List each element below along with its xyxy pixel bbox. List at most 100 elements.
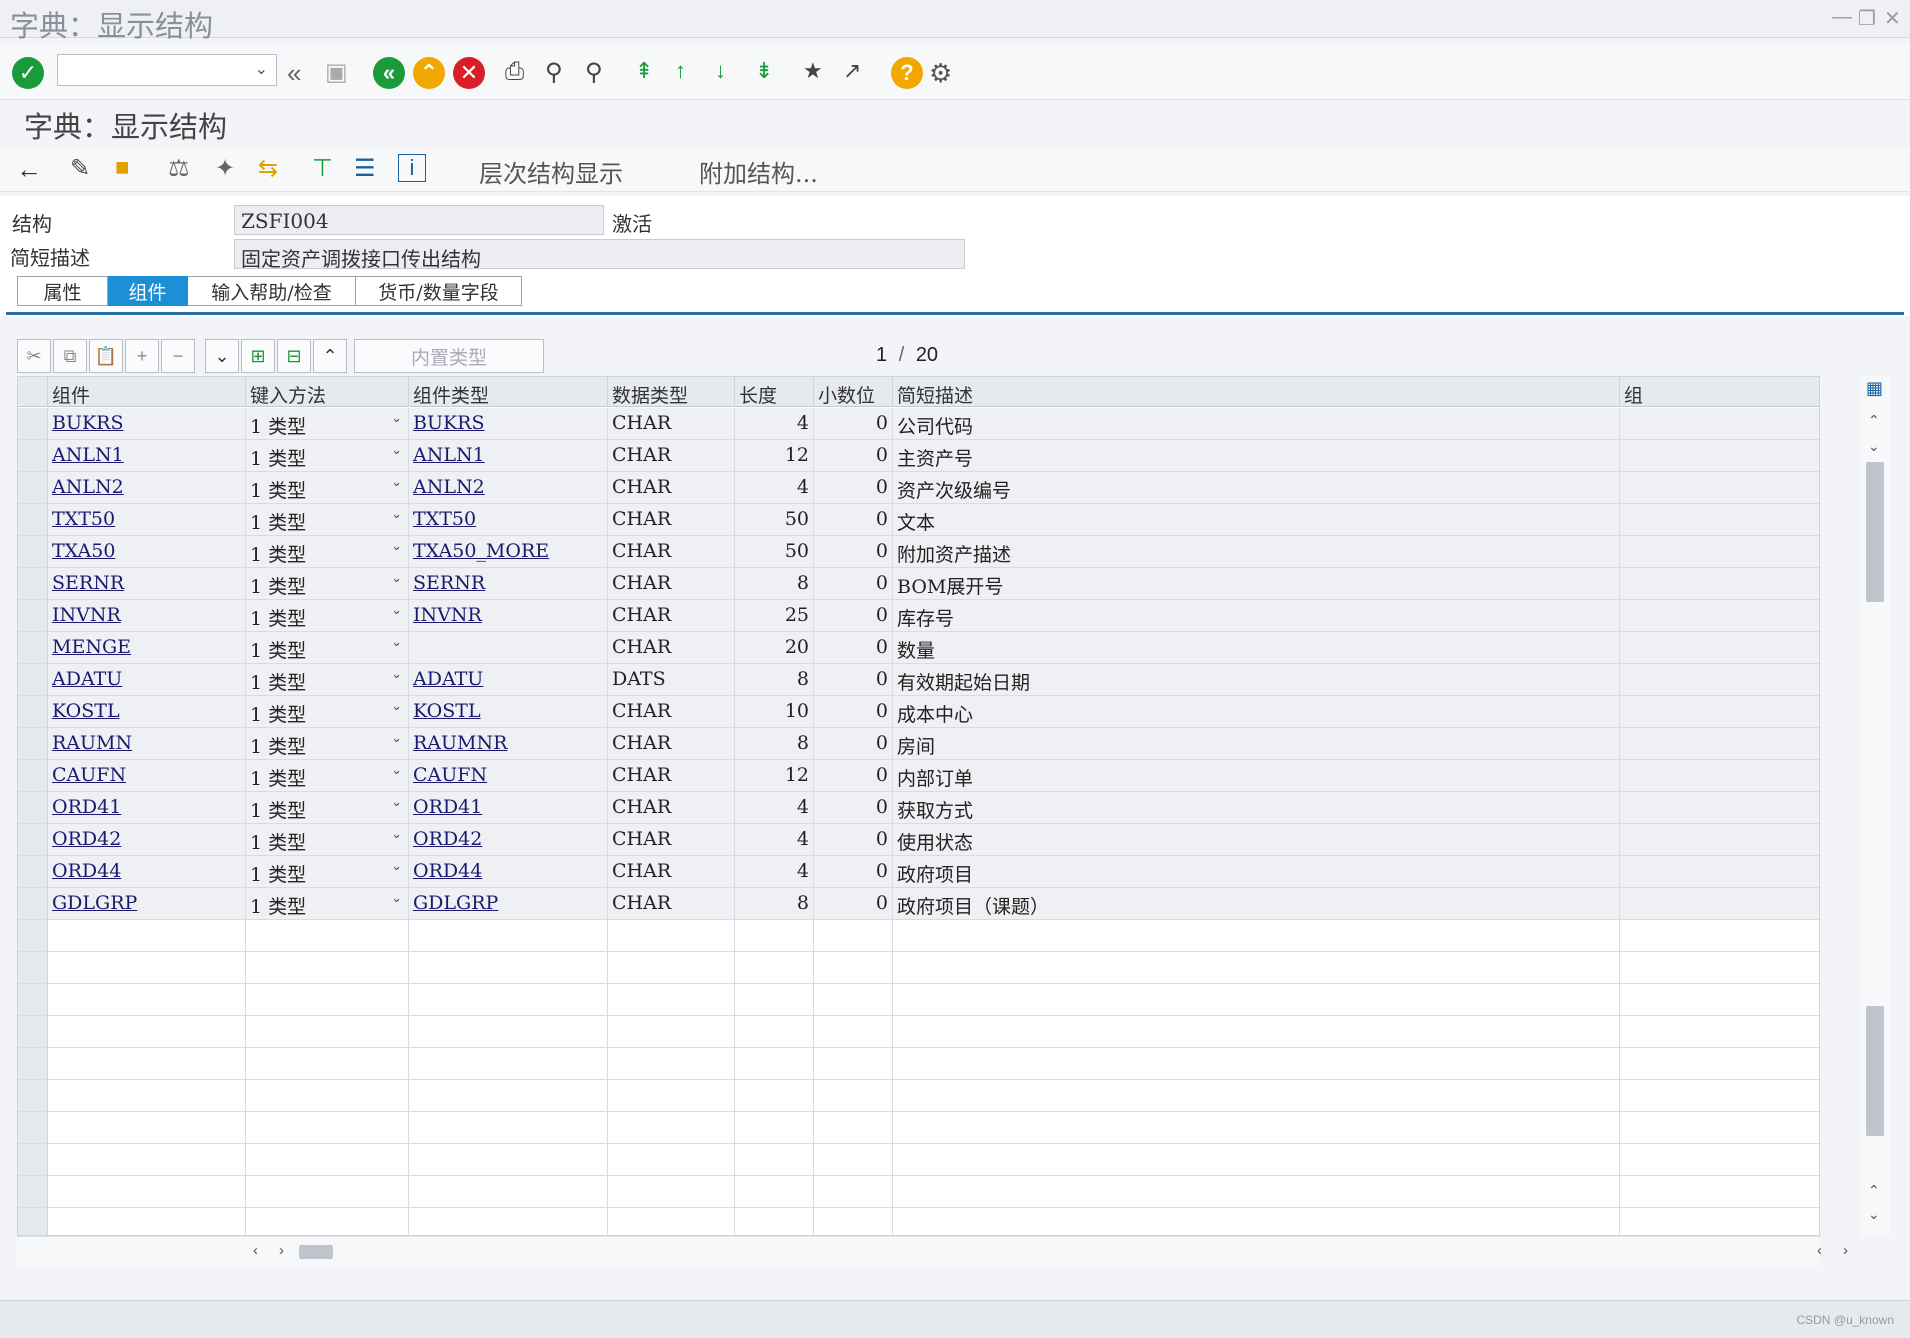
- empty-row[interactable]: [18, 1080, 1819, 1112]
- last-page-icon[interactable]: ⇟: [755, 58, 773, 84]
- row-selector[interactable]: [18, 1144, 48, 1175]
- print-icon[interactable]: ⎙: [505, 58, 524, 86]
- chevron-down-icon[interactable]: ⌄: [391, 603, 402, 618]
- cell-short-desc[interactable]: 政府项目: [893, 856, 1620, 888]
- cell-group[interactable]: [1620, 1176, 1819, 1208]
- col-entry-method[interactable]: 键入方法: [246, 377, 409, 407]
- empty-row[interactable]: [18, 952, 1819, 984]
- scroll-left-icon[interactable]: ‹: [253, 1242, 258, 1259]
- cell-group[interactable]: [1620, 504, 1819, 536]
- row-selector[interactable]: [18, 408, 48, 439]
- col-short-desc[interactable]: 简短描述: [893, 377, 1620, 407]
- cell-component[interactable]: [48, 1016, 246, 1048]
- cell-entry-method[interactable]: [246, 920, 409, 952]
- cell-decimals[interactable]: 0: [814, 664, 893, 696]
- check-icon[interactable]: ⚖: [168, 154, 190, 183]
- row-selector[interactable]: [18, 760, 48, 791]
- cell-group[interactable]: [1620, 1144, 1819, 1176]
- tab-attributes[interactable]: 属性: [17, 276, 108, 306]
- cell-component-type[interactable]: [409, 1048, 608, 1080]
- save-icon[interactable]: ▣: [325, 58, 348, 87]
- back-icon[interactable]: «: [373, 57, 405, 89]
- cell-component-type[interactable]: ORD42: [409, 824, 608, 856]
- cell-data-type[interactable]: CHAR: [608, 728, 735, 760]
- row-selector[interactable]: [18, 1112, 48, 1143]
- row-selector[interactable]: [18, 1080, 48, 1111]
- cell-group[interactable]: [1620, 888, 1819, 920]
- cell-length[interactable]: [735, 920, 814, 952]
- cell-group[interactable]: [1620, 984, 1819, 1016]
- cell-length[interactable]: [735, 1048, 814, 1080]
- cell-component[interactable]: TXT50: [48, 504, 246, 536]
- cell-component[interactable]: MENGE: [48, 632, 246, 664]
- row-selector[interactable]: [18, 984, 48, 1015]
- cell-group[interactable]: [1620, 824, 1819, 856]
- cell-group[interactable]: [1620, 664, 1819, 696]
- cell-entry-method[interactable]: [246, 1080, 409, 1112]
- prev-page-icon[interactable]: ↑: [675, 58, 686, 84]
- table-row[interactable]: TXT50 1 类型 ⌄ TXT50 CHAR 50 0 文本: [18, 504, 1819, 536]
- cell-group[interactable]: [1620, 536, 1819, 568]
- cell-group[interactable]: [1620, 568, 1819, 600]
- cell-length[interactable]: 25: [735, 600, 814, 632]
- cell-entry-method[interactable]: [246, 1112, 409, 1144]
- cell-component[interactable]: TXA50: [48, 536, 246, 568]
- table-row[interactable]: SERNR 1 类型 ⌄ SERNR CHAR 8 0 BOM展开号: [18, 568, 1819, 600]
- cell-short-desc[interactable]: [893, 952, 1620, 984]
- row-selector[interactable]: [18, 888, 48, 919]
- cell-component[interactable]: [48, 1080, 246, 1112]
- first-page-icon[interactable]: ⇞: [635, 58, 653, 84]
- cell-group[interactable]: [1620, 1016, 1819, 1048]
- append-structure-button[interactable]: 附加结构...: [699, 154, 818, 189]
- tab-input-help[interactable]: 输入帮助/检查: [188, 276, 356, 306]
- select-all-cell[interactable]: [18, 377, 48, 407]
- cell-component[interactable]: [48, 1048, 246, 1080]
- cell-component[interactable]: ANLN1: [48, 440, 246, 472]
- cell-length[interactable]: 8: [735, 728, 814, 760]
- cell-component[interactable]: INVNR: [48, 600, 246, 632]
- cell-component-type[interactable]: ORD44: [409, 856, 608, 888]
- insert-row-icon[interactable]: +: [125, 339, 159, 373]
- chevron-down-icon[interactable]: ⌄: [255, 59, 268, 79]
- cell-decimals[interactable]: 0: [814, 504, 893, 536]
- cell-data-type[interactable]: CHAR: [608, 472, 735, 504]
- cell-data-type[interactable]: [608, 1080, 735, 1112]
- empty-row[interactable]: [18, 920, 1819, 952]
- cell-data-type[interactable]: CHAR: [608, 824, 735, 856]
- row-selector[interactable]: [18, 696, 48, 727]
- cell-entry-method[interactable]: 1 类型 ⌄: [246, 664, 409, 696]
- cell-component-type[interactable]: [409, 920, 608, 952]
- cell-entry-method[interactable]: 1 类型 ⌄: [246, 472, 409, 504]
- other-object-icon[interactable]: ■: [115, 154, 130, 182]
- cell-short-desc[interactable]: 房间: [893, 728, 1620, 760]
- cell-length[interactable]: 4: [735, 408, 814, 440]
- chevron-down-icon[interactable]: ⌄: [391, 571, 402, 586]
- table-row[interactable]: BUKRS 1 类型 ⌄ BUKRS CHAR 4 0 公司代码: [18, 408, 1819, 440]
- cell-group[interactable]: [1620, 952, 1819, 984]
- table-row[interactable]: ORD41 1 类型 ⌄ ORD41 CHAR 4 0 获取方式: [18, 792, 1819, 824]
- horizontal-scroll-thumb[interactable]: [299, 1245, 333, 1259]
- exit-icon[interactable]: ⌃: [413, 57, 445, 89]
- find-next-icon[interactable]: ⚲: [585, 58, 603, 87]
- scroll-right-icon[interactable]: ›: [279, 1242, 284, 1259]
- cell-entry-method[interactable]: 1 类型 ⌄: [246, 728, 409, 760]
- close-window-icon[interactable]: ✕: [1884, 6, 1901, 31]
- cell-decimals[interactable]: 0: [814, 440, 893, 472]
- cell-group[interactable]: [1620, 408, 1819, 440]
- scroll-left-icon-right[interactable]: ‹: [1817, 1242, 1822, 1259]
- cell-data-type[interactable]: CHAR: [608, 856, 735, 888]
- cell-component[interactable]: SERNR: [48, 568, 246, 600]
- chevron-down-icon[interactable]: ⌄: [391, 635, 402, 650]
- cell-length[interactable]: [735, 1112, 814, 1144]
- cell-length[interactable]: [735, 1016, 814, 1048]
- col-decimals[interactable]: 小数位: [814, 377, 893, 407]
- cell-short-desc[interactable]: [893, 920, 1620, 952]
- cell-decimals[interactable]: [814, 1144, 893, 1176]
- cell-decimals[interactable]: 0: [814, 632, 893, 664]
- restore-icon[interactable]: ❐: [1858, 6, 1876, 31]
- cell-entry-method[interactable]: 1 类型 ⌄: [246, 696, 409, 728]
- cell-short-desc[interactable]: [893, 1112, 1620, 1144]
- cell-length[interactable]: [735, 1176, 814, 1208]
- cell-component[interactable]: KOSTL: [48, 696, 246, 728]
- cell-data-type[interactable]: CHAR: [608, 760, 735, 792]
